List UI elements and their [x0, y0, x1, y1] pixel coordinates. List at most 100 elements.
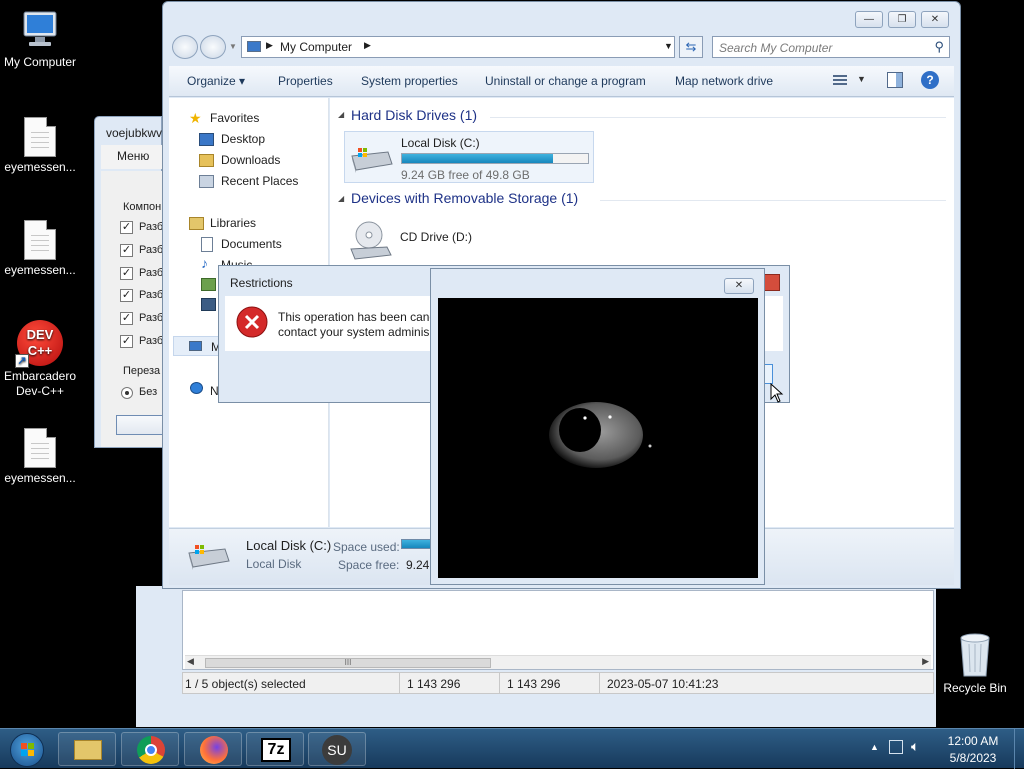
taskbar-su-button[interactable]: SU — [308, 732, 366, 766]
group-divider — [490, 117, 946, 118]
window-body: Компон ✓ Разб ✓ Разб ✓ Разб ✓ Разб ✓ Раз… — [101, 171, 163, 447]
drive-d-tile[interactable]: CD Drive (D:) — [344, 215, 594, 261]
menu-bar: Меню — [101, 145, 163, 169]
folder-icon — [74, 740, 102, 760]
desktop-icon-my-computer[interactable]: My Computer — [0, 10, 80, 70]
dialog-close-button[interactable] — [763, 274, 780, 291]
scroll-left-icon[interactable]: ◀ — [187, 656, 194, 667]
hard-drive-icon — [351, 148, 393, 173]
checkbox[interactable]: ✓ — [120, 289, 133, 302]
refresh-icon[interactable]: ⇆ — [679, 36, 703, 58]
view-dropdown-icon[interactable]: ▼ — [857, 74, 866, 84]
file-manager-window: ◀ III ▶ 1 / 5 object(s) selected 1 143 2… — [136, 586, 936, 727]
drive-c-tile[interactable]: Local Disk (C:) 9.24 GB free of 49.8 GB — [344, 131, 594, 183]
group-header-removable[interactable]: Devices with Removable Storage (1) — [351, 190, 578, 206]
clock-date[interactable]: 5/8/2023 — [944, 751, 1002, 765]
camera-window: ✕ — [430, 268, 765, 585]
collapse-group-icon[interactable]: ◢ — [338, 110, 344, 119]
system-properties-button[interactable]: System properties — [361, 74, 458, 88]
breadcrumb-chevron-icon[interactable]: ▶ — [364, 40, 371, 51]
nav-recent-places[interactable]: Recent Places — [221, 174, 298, 188]
collapse-group-icon[interactable]: ◢ — [338, 194, 344, 203]
close-button[interactable]: ✕ — [921, 11, 949, 28]
desktop-icon-file-1[interactable]: eyemessen... — [0, 117, 80, 175]
maximize-button[interactable]: ❐ — [888, 11, 916, 28]
horizontal-scrollbar[interactable]: ◀ III ▶ — [185, 655, 931, 669]
checkbox[interactable]: ✓ — [120, 312, 133, 325]
properties-button[interactable]: Properties — [278, 74, 333, 88]
recent-pages-chevron-icon[interactable]: ▼ — [229, 42, 237, 51]
desktop-icon-recycle-bin[interactable]: Recycle Bin — [935, 632, 1015, 696]
cd-drive-icon — [350, 221, 392, 260]
address-bar[interactable]: ▶ My Computer ▶ ▼ — [241, 36, 675, 58]
taskbar-7zip-button[interactable]: 7z — [246, 732, 304, 766]
status-divider — [599, 673, 600, 693]
checkbox[interactable]: ✓ — [120, 221, 133, 234]
desktop-icon-label: eyemessen... — [4, 263, 76, 277]
radio-button[interactable] — [121, 387, 133, 399]
menu-item[interactable]: Меню — [117, 149, 149, 163]
desktop-icon-devcpp[interactable]: DEV C++ ↗ Embarcadero Dev-C++ — [0, 320, 80, 399]
details-drive-name: Local Disk (C:) — [246, 538, 332, 553]
error-icon — [236, 306, 268, 338]
network-tray-icon[interactable] — [889, 740, 903, 754]
show-hidden-icons-icon[interactable]: ▲ — [870, 742, 879, 752]
error-message-line-1: This operation has been canc — [278, 310, 436, 324]
organize-menu[interactable]: Organize ▾ — [187, 74, 245, 88]
scroll-right-icon[interactable]: ▶ — [922, 656, 929, 667]
nav-favorites[interactable]: Favorites — [210, 111, 259, 125]
group-header-hdd[interactable]: Hard Disk Drives (1) — [351, 107, 477, 123]
show-desktop-button[interactable] — [1014, 729, 1024, 769]
libraries-icon — [189, 217, 204, 230]
mouse-cursor-icon — [770, 383, 784, 403]
drive-c-name: Local Disk (C:) — [401, 136, 480, 150]
camera-close-button[interactable]: ✕ — [724, 278, 754, 294]
search-input[interactable]: Search My Computer ⚲ — [712, 36, 950, 58]
desktop-icon-file-3[interactable]: eyemessen... — [0, 428, 80, 486]
group-divider — [600, 200, 946, 201]
shortcut-arrow-icon: ↗ — [15, 354, 29, 368]
nav-downloads[interactable]: Downloads — [221, 153, 280, 167]
back-button[interactable] — [172, 35, 198, 59]
taskbar-chrome-button[interactable] — [121, 732, 179, 766]
preview-pane-icon[interactable] — [887, 72, 903, 88]
clock-time[interactable]: 12:00 AM — [944, 734, 1002, 748]
status-size-1: 1 143 296 — [407, 677, 461, 691]
start-button[interactable] — [10, 733, 44, 767]
forward-button[interactable] — [200, 35, 226, 59]
devcpp-icon: DEV C++ ↗ — [15, 320, 63, 368]
breadcrumb-chevron-icon[interactable]: ▶ — [266, 40, 273, 51]
desktop-icon-file-2[interactable]: eyemessen... — [0, 220, 80, 278]
address-dropdown-icon[interactable]: ▼ — [664, 41, 673, 51]
checkbox-label: Разб — [139, 312, 164, 324]
firefox-icon — [200, 736, 228, 764]
network-icon — [190, 382, 203, 394]
scrollbar-thumb[interactable]: III — [205, 658, 491, 668]
status-divider — [399, 673, 400, 693]
nav-libraries[interactable]: Libraries — [210, 216, 256, 230]
view-options-icon[interactable] — [833, 73, 847, 87]
search-placeholder: Search My Computer — [719, 41, 833, 55]
taskbar-firefox-button[interactable] — [184, 732, 242, 766]
search-icon[interactable]: ⚲ — [934, 39, 944, 55]
recycle-bin-icon — [960, 633, 990, 677]
volume-icon[interactable]: 🔈︎ — [911, 738, 919, 755]
nav-documents[interactable]: Documents — [221, 237, 282, 251]
minimize-button[interactable]: — — [855, 11, 883, 28]
desktop-icon-label: eyemessen... — [4, 471, 76, 485]
nav-desktop[interactable]: Desktop — [221, 132, 265, 146]
checkbox[interactable]: ✓ — [120, 267, 133, 280]
breadcrumb-my-computer[interactable]: My Computer — [280, 40, 352, 54]
checkbox[interactable]: ✓ — [120, 335, 133, 348]
dialog-button[interactable] — [116, 415, 163, 435]
file-list-panel[interactable]: ◀ III ▶ — [182, 590, 934, 670]
music-icon: ♪ — [201, 255, 208, 271]
help-icon[interactable]: ? — [921, 71, 939, 89]
taskbar-explorer-button[interactable] — [58, 732, 116, 766]
uninstall-program-button[interactable]: Uninstall or change a program — [485, 74, 646, 88]
star-icon: ★ — [189, 110, 202, 126]
checkbox[interactable]: ✓ — [120, 244, 133, 257]
status-divider — [499, 673, 500, 693]
map-network-drive-button[interactable]: Map network drive — [675, 74, 773, 88]
computer-icon — [189, 341, 202, 351]
